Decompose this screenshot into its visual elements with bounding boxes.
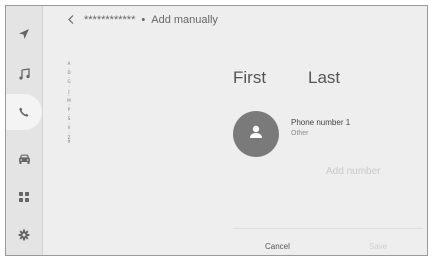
screen-frame: ************ • Add manually A · D · G · J · M · P · S ·… — [5, 5, 428, 256]
title-label: Add manually — [151, 14, 218, 26]
back-button[interactable] — [65, 14, 77, 26]
nav-item-phone[interactable] — [6, 94, 42, 130]
car-icon — [18, 154, 31, 165]
footer-divider — [233, 228, 423, 229]
avatar[interactable] — [233, 111, 279, 157]
nav-rail — [6, 6, 42, 255]
index-letter[interactable]: # — [67, 139, 70, 145]
save-button[interactable]: Save — [369, 242, 387, 251]
title-bar: ************ • Add manually — [43, 6, 427, 34]
contact-name-masked: ************ — [84, 14, 136, 26]
phone-number-label[interactable]: Phone number 1 — [291, 118, 350, 127]
cancel-button[interactable]: Cancel — [265, 242, 290, 251]
title-separator: • — [141, 14, 146, 26]
main-panel: ************ • Add manually A · D · G · J · M · P · S ·… — [43, 6, 427, 255]
last-name-field[interactable]: Last — [308, 68, 340, 88]
first-name-field[interactable]: First — [233, 68, 266, 88]
person-icon — [248, 124, 264, 145]
nav-item-music[interactable] — [6, 56, 42, 92]
alphabet-index[interactable]: A · D · G · J · M · P · S · V · Z # — [65, 61, 73, 202]
nav-item-apps[interactable] — [6, 179, 42, 215]
chevron-left-icon — [68, 11, 74, 29]
nav-item-navigation[interactable] — [6, 16, 42, 52]
gear-icon — [18, 229, 30, 241]
phone-number-type[interactable]: Other — [291, 130, 309, 137]
page-title: ************ • Add manually — [84, 14, 218, 26]
add-number-button[interactable]: Add number — [326, 166, 380, 177]
nav-item-vehicle[interactable] — [6, 141, 42, 177]
apps-grid-icon — [18, 191, 30, 203]
nav-item-settings[interactable] — [6, 217, 42, 253]
music-note-icon — [18, 68, 30, 80]
phone-icon — [18, 106, 30, 118]
navigation-arrow-icon — [18, 28, 30, 40]
